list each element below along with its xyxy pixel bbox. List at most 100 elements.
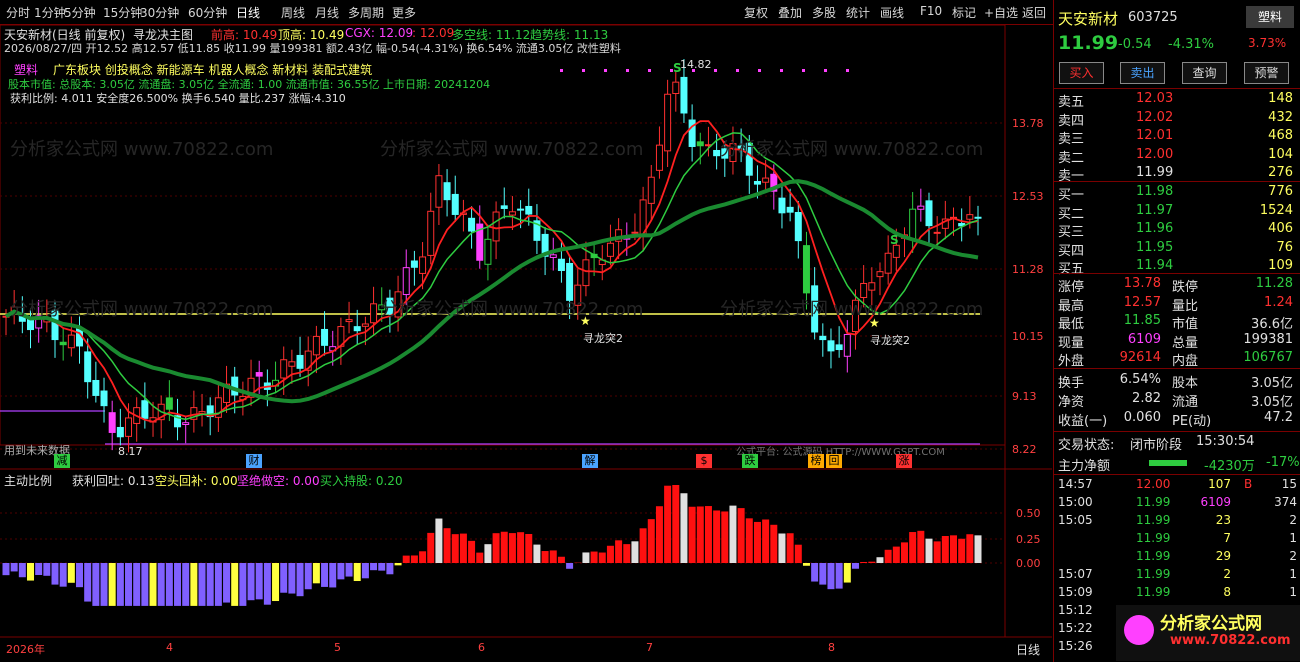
signal-dot [758,69,761,72]
order-volume: 406 [1268,221,1293,236]
event-marker[interactable]: 跌 [742,454,758,468]
quote-button-3[interactable]: 预警 [1244,62,1289,84]
sub-indicator-bar [933,541,941,563]
stat-label: 最低 [1058,317,1085,332]
price-axis-label: 8.22 [1012,443,1037,456]
sub-indicator-bar [696,506,704,563]
quote-stat-row: 最高 12.57 量比 1.24 [1054,294,1300,314]
tab-7[interactable]: 周线 [281,4,305,21]
tick-volume: 107 [1208,477,1231,491]
tab-1[interactable]: 1分钟 [34,4,66,21]
main-flow-row: 主力净额 -4230万 -17% [1054,454,1300,474]
quote-button-2[interactable]: 查询 [1182,62,1227,84]
tab-4[interactable]: 30分钟 [140,4,179,21]
stat-value: 92614 [1119,350,1161,365]
chart-area[interactable]: ★ ★ 天安新材(日线 前复权) 寻龙决主图 前高: 10.49 顶高: 10.4… [0,25,1052,662]
tick-count: 374 [1274,495,1297,509]
tab-5[interactable]: 60分钟 [188,4,227,21]
quote-stat-row: 净资 2.82 流通 3.05亿 [1054,390,1300,410]
quote-button-1[interactable]: 卖出 [1120,62,1165,84]
candle-body [370,303,378,324]
candle-body [451,193,459,215]
sub-indicator-bar [59,563,67,587]
sub-indicator-bar [108,563,116,606]
sub-indicator-bar [468,540,476,563]
tab-9[interactable]: 多周期 [348,4,384,21]
event-marker[interactable]: 减 [54,454,70,468]
sector-badge[interactable]: 塑料 [1246,6,1294,28]
sub-indicator-bar [321,563,329,587]
sub-indicator-bar [860,561,868,563]
sub-indicator-bar [231,563,239,606]
tab-0[interactable]: 分时 [6,4,30,21]
stat-label: 跌停 [1172,280,1199,295]
profit-spit-value: 获利回吐: 0.13 [72,474,155,488]
sub-indicator-bar [941,536,949,563]
order-volume: 776 [1268,184,1293,199]
sub-indicator-bar [492,533,500,563]
sub-indicator-bar [606,545,614,563]
candle-body [361,323,369,327]
watermark: 分析家公式网 www.70822.com [720,299,984,320]
date-axis-label: 4 [166,641,173,654]
tab-6[interactable]: 日线 [236,4,260,21]
toolbar-button-8[interactable]: 返回 [1022,4,1046,21]
toolbar-button-3[interactable]: 统计 [846,4,870,21]
sub-indicator-bar [35,563,43,576]
tab-10[interactable]: 更多 [392,4,416,21]
sub-indicator-name[interactable]: 主动比例 [4,472,52,489]
sub-indicator-bar [296,563,304,597]
sub-indicator-bar [508,533,516,563]
order-level-label: 卖五 [1058,95,1085,110]
order-book-row: 卖二 12.00 104 [1054,146,1300,166]
order-book-row: 买四 11.95 76 [1054,239,1300,259]
toolbar-button-0[interactable]: 复权 [744,4,768,21]
order-price: 12.01 [1136,128,1174,143]
stat-value: 47.2 [1264,410,1293,425]
tab-8[interactable]: 月线 [315,4,339,21]
date-axis-label: 5 [334,641,341,654]
event-marker[interactable]: 涨 [896,454,912,468]
sub-indicator-bar [713,510,721,563]
toolbar-button-7[interactable]: +自选 [984,4,1018,21]
sub-indicator-bar [370,563,378,571]
toolbar-button-1[interactable]: 叠加 [778,4,802,21]
sub-indicator-bar [263,563,271,605]
tick-volume: 2 [1223,567,1231,581]
candle-body [321,328,329,346]
toolbar-button-4[interactable]: 画线 [880,4,904,21]
tick-count: 1 [1289,567,1297,581]
stat-value: 0.060 [1123,410,1161,425]
event-marker[interactable]: 榜 [808,454,824,468]
event-marker[interactable]: 回 [826,454,842,468]
event-marker[interactable]: 解 [582,454,598,468]
tick-count: 1 [1289,531,1297,545]
stat-label: 外盘 [1058,354,1085,369]
tick-time: 15:05 [1058,513,1093,527]
candle-body [288,361,296,367]
tab-3[interactable]: 15分钟 [103,4,142,21]
candle-body [525,205,533,215]
stat-value: 1.24 [1264,294,1293,310]
event-marker[interactable]: $ [696,454,712,468]
toolbar-button-2[interactable]: 多股 [812,4,836,21]
price-change: -0.54 [1118,37,1152,52]
logo-url: www.70822.com [1170,633,1291,648]
candle-body [116,426,124,438]
event-marker[interactable]: 财 [246,454,262,468]
quote-stat-row: 现量 6109 总量 199381 [1054,331,1300,351]
signal-dot [648,69,651,72]
period-label[interactable]: 日线 [1016,641,1040,658]
sub-indicator-bar [198,563,206,606]
sub-indicator-bar [721,511,729,563]
toolbar-button-5[interactable]: F10 [920,4,942,18]
tick-price: 11.99 [1136,495,1171,509]
sub-indicator-bar [361,563,369,579]
quote-button-0[interactable]: 买入 [1059,62,1104,84]
sub-indicator-bar [647,519,655,563]
tab-2[interactable]: 5分钟 [64,4,96,21]
tick-price: 11.99 [1136,549,1171,563]
toolbar-button-6[interactable]: 标记 [952,4,976,21]
order-book-row: 卖五 12.03 148 [1054,90,1300,110]
order-book-row: 买二 11.97 1524 [1054,202,1300,222]
